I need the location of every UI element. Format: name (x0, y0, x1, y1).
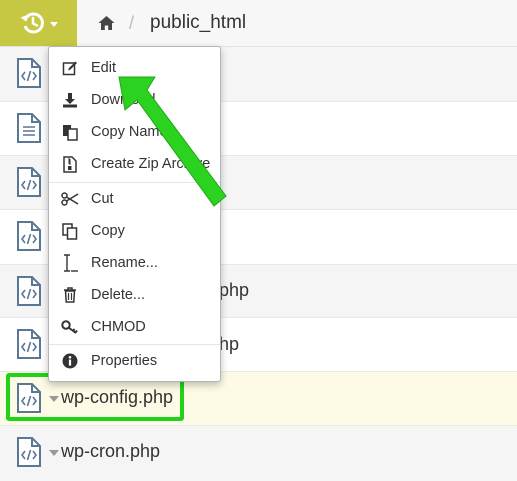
menu-item-label: Copy (91, 223, 125, 239)
text-cursor-icon (60, 254, 80, 272)
breadcrumb: / public_html (98, 0, 246, 46)
menu-item-label: CHMOD (91, 319, 146, 335)
info-icon (60, 353, 80, 369)
menu-item-label: Cut (91, 191, 114, 207)
menu-item-rename[interactable]: Rename... (49, 248, 220, 278)
copy-name-icon (60, 124, 80, 141)
menu-item-copy[interactable]: Copy (49, 216, 220, 246)
menu-divider (49, 182, 220, 183)
menu-item-label: Create Zip Archive (91, 156, 211, 172)
menu-item-label: Edit (91, 60, 116, 76)
zip-icon (60, 155, 80, 173)
file-name[interactable]: wp-cron.php (61, 441, 160, 462)
chevron-down-icon (49, 21, 58, 27)
history-icon (20, 12, 44, 34)
menu-item-create-zip-archive[interactable]: Create Zip Archive (49, 149, 220, 179)
code-file-icon (17, 167, 41, 197)
menu-item-copy-name[interactable]: Copy Name (49, 117, 220, 147)
context-menu: Edit Download Copy Name Create Zip Archi… (48, 46, 221, 382)
file-name[interactable]: php (219, 280, 249, 301)
file-row[interactable]: wp-cron.php (0, 426, 517, 481)
menu-divider (49, 344, 220, 345)
file-name[interactable]: hp (219, 334, 239, 355)
top-bar: / public_html (0, 0, 517, 47)
menu-item-label: Rename... (91, 255, 158, 271)
history-button[interactable] (0, 0, 77, 46)
chevron-down-icon[interactable] (49, 450, 59, 456)
menu-item-label: Properties (91, 353, 158, 369)
home-icon[interactable] (98, 15, 115, 31)
code-file-icon (17, 58, 41, 88)
code-file-icon (17, 329, 41, 359)
scissors-icon (60, 192, 80, 206)
code-file-icon (17, 276, 41, 306)
menu-item-label: Copy Name (91, 124, 168, 140)
text-file-icon (17, 113, 41, 143)
trash-icon (60, 287, 80, 303)
breadcrumb-current-folder[interactable]: public_html (150, 12, 246, 34)
menu-item-cut[interactable]: Cut (49, 184, 220, 214)
edit-icon (60, 60, 80, 76)
breadcrumb-separator: / (129, 12, 135, 33)
menu-item-chmod[interactable]: CHMOD (49, 312, 220, 342)
code-file-icon (17, 221, 41, 251)
menu-item-label: Delete... (91, 287, 145, 303)
menu-item-delete[interactable]: Delete... (49, 280, 220, 310)
download-icon (60, 92, 80, 108)
code-file-icon (17, 437, 41, 467)
key-icon (60, 320, 80, 334)
menu-item-edit[interactable]: Edit (49, 53, 220, 83)
copy-icon (60, 222, 80, 240)
menu-item-download[interactable]: Download (49, 85, 220, 115)
menu-item-label: Download (91, 92, 156, 108)
menu-item-properties[interactable]: Properties (49, 346, 220, 376)
